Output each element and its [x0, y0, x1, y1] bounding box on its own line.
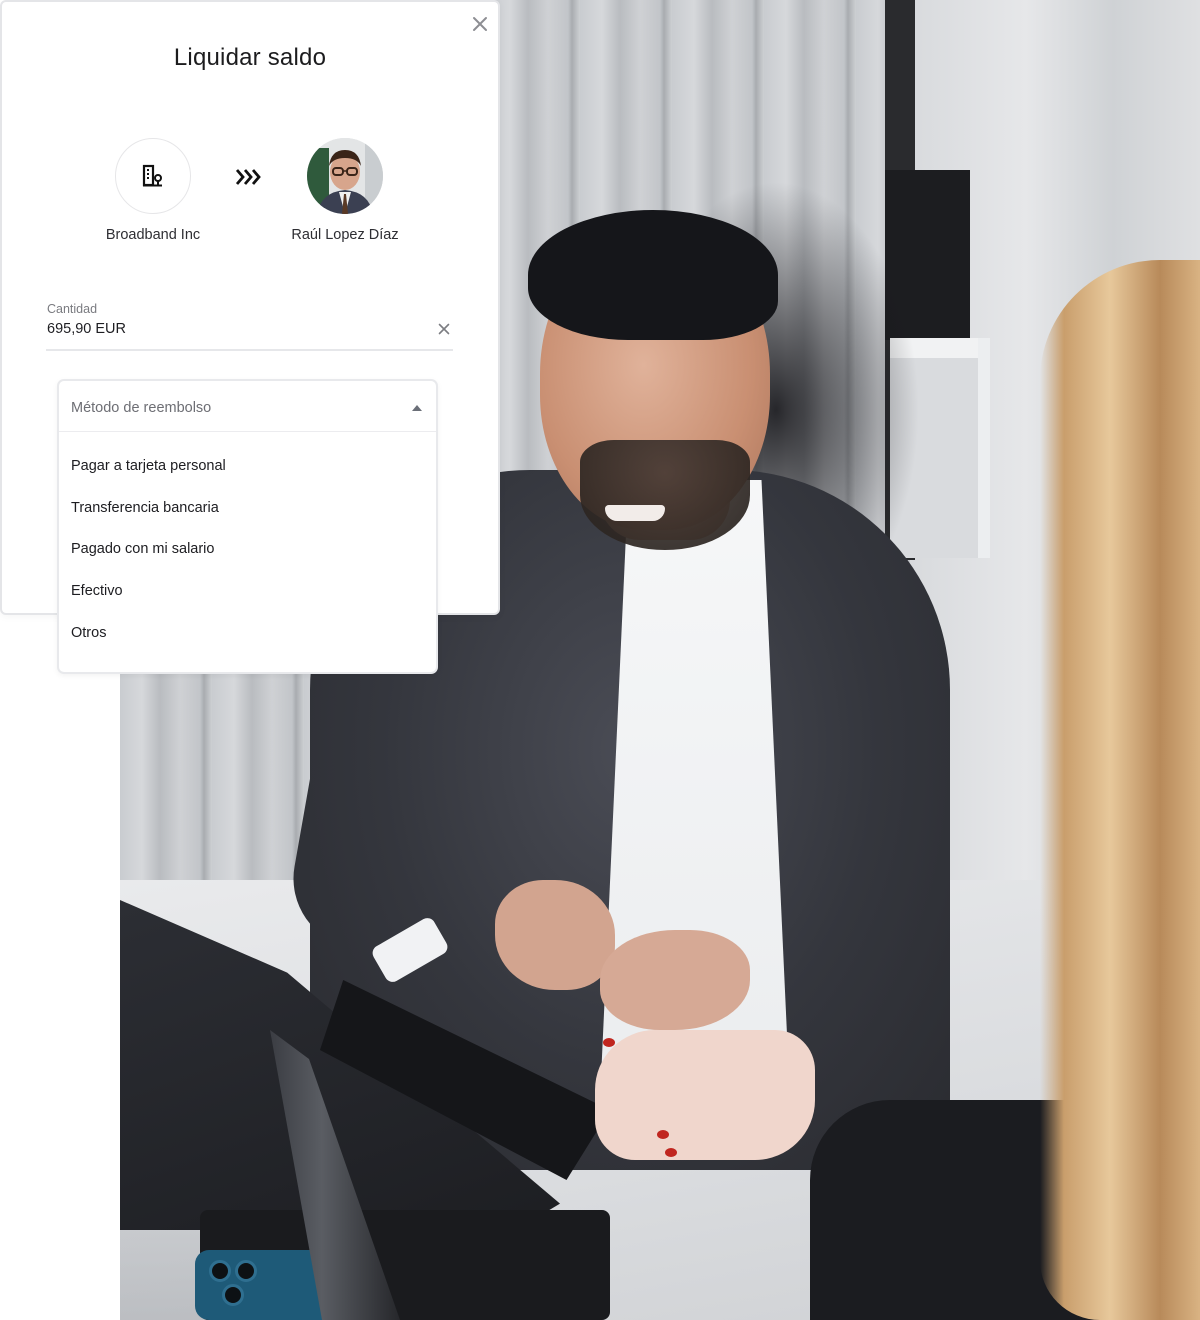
amount-input[interactable]: 695,90 EUR [47, 321, 126, 337]
avatar [307, 138, 383, 214]
photo-man-beard [580, 440, 750, 550]
transfer-from: Broadband Inc [73, 138, 233, 243]
reimbursement-method-dropdown[interactable]: Método de reembolso Pagar a tarjeta pers… [57, 379, 438, 674]
to-name: Raúl Lopez Díaz [291, 227, 399, 243]
photo-woman-hand [595, 1030, 815, 1160]
photo-nail [657, 1130, 669, 1139]
dropdown-option-other[interactable]: Otros [59, 612, 436, 654]
dropdown-options: Pagar a tarjeta personal Transferencia b… [59, 432, 436, 653]
transfer-to: Raúl Lopez Díaz [265, 138, 425, 243]
caret-up-icon[interactable] [412, 405, 422, 411]
amount-label: Cantidad [47, 302, 98, 316]
dropdown-option-bank-transfer[interactable]: Transferencia bancaria [59, 487, 436, 529]
photo-woman-hair [1040, 260, 1200, 1320]
photo-nail [603, 1038, 615, 1047]
building-icon [142, 164, 162, 187]
modal-title: Liquidar saldo [173, 44, 327, 71]
dropdown-placeholder: Método de reembolso [71, 400, 212, 416]
photo-phone-lens [222, 1284, 244, 1306]
close-button[interactable] [468, 12, 492, 36]
photo-man-hand [600, 930, 750, 1030]
dropdown-option-cash[interactable]: Efectivo [59, 570, 436, 612]
reimbursement-method-select[interactable]: Método de reembolso [59, 381, 436, 432]
company-avatar [115, 138, 191, 214]
amount-field[interactable]: Cantidad 695,90 EUR [46, 300, 453, 351]
clear-icon[interactable] [437, 322, 451, 336]
photo-man-hand [495, 880, 615, 990]
close-icon [473, 17, 487, 31]
triple-chevron-right-icon [235, 169, 261, 185]
person-photo [307, 138, 383, 214]
from-name: Broadband Inc [105, 227, 201, 243]
dropdown-option-personal-card[interactable]: Pagar a tarjeta personal [59, 445, 436, 487]
photo-nail [665, 1148, 677, 1157]
photo-phone-lens [235, 1260, 257, 1282]
photo-phone-lens [209, 1260, 231, 1282]
dropdown-option-salary[interactable]: Pagado con mi salario [59, 528, 436, 570]
photo-man-mouth [605, 505, 665, 521]
photo-man-hair [528, 210, 778, 340]
